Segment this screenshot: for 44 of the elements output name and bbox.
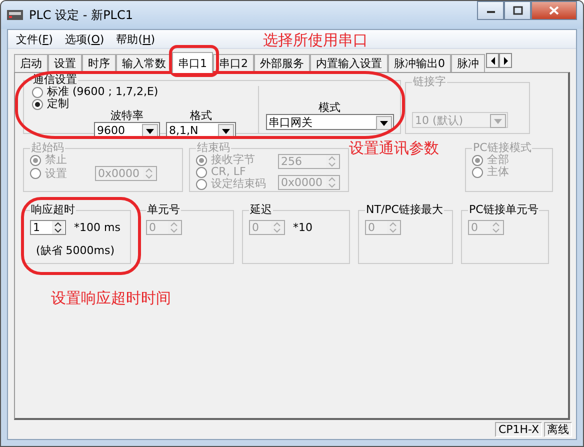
menu-item[interactable]: 帮助(H) <box>116 32 156 48</box>
default-note: (缺省 5000ms) <box>36 243 116 258</box>
radio-label: 全部 <box>487 154 509 166</box>
tab[interactable]: 脉冲输出0 <box>388 54 451 72</box>
unit-label: *10 <box>293 221 312 234</box>
annotation-text: 设置通讯参数 <box>349 139 439 158</box>
field-label: 模式 <box>318 102 340 114</box>
group-title: 响应超时 <box>30 204 76 216</box>
window-title: PLC 设定 - 新PLC1 <box>29 6 134 24</box>
dropdown[interactable]: 串口网关 <box>266 114 394 130</box>
radio-label: 设定结束码 <box>211 178 266 190</box>
annotation-text: 设置响应超时时间 <box>51 289 171 308</box>
radio-label: 禁止 <box>45 154 67 166</box>
tab[interactable]: 时序 <box>82 54 116 72</box>
spin-field[interactable]: 1 <box>30 220 66 235</box>
annotation-text: 选择所使用串口 <box>263 31 368 50</box>
radio-label: 标准 (9600 ; 1,7,2,E) <box>47 86 158 98</box>
tab[interactable]: 外部服务 <box>254 54 310 72</box>
group-title: 链接字 <box>412 76 447 88</box>
radio-label: 设置 <box>45 168 67 180</box>
status-field: CP1H-X <box>495 422 542 437</box>
tab[interactable]: 脉冲 <box>451 54 485 72</box>
radio-label: CR, LF <box>211 166 246 178</box>
unit-label: *100 ms <box>74 221 120 234</box>
radio-label: 接收字节 <box>211 154 255 166</box>
group-title: 单元号 <box>146 204 181 216</box>
radio-label: 定制 <box>47 98 69 110</box>
tab[interactable]: 设置 <box>48 54 82 72</box>
tab[interactable]: 串口1 <box>172 52 213 73</box>
menu-item[interactable]: 选项(O) <box>64 32 104 48</box>
tab[interactable]: 启动 <box>14 54 48 72</box>
field-label: 波特率 <box>110 110 144 122</box>
status-field: 离线 <box>544 422 572 437</box>
tab[interactable]: 内置输入设置 <box>310 54 388 72</box>
group-title: PC链接模式 <box>472 142 532 154</box>
field-label: 格式 <box>190 110 212 122</box>
radio-label: 主体 <box>487 166 509 178</box>
menu-item[interactable]: 文件(F) <box>16 32 53 48</box>
group-title: NT/PC链接最大 <box>365 204 444 216</box>
group-title: 延迟 <box>249 204 273 216</box>
group-title: 起始码 <box>30 142 65 154</box>
group-title: PC链接单元号 <box>468 204 540 216</box>
group-title: 结束码 <box>196 142 231 154</box>
tab[interactable]: 输入常数 <box>116 54 172 72</box>
